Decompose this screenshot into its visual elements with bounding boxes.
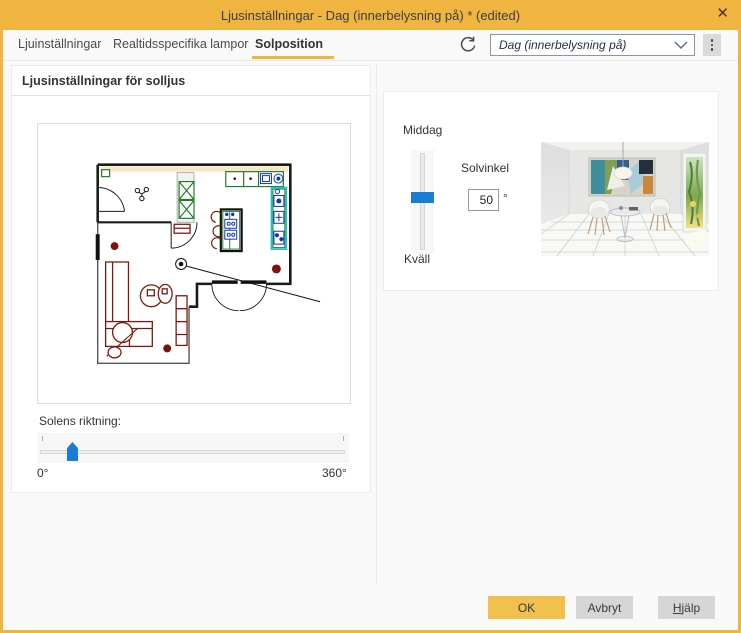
- floor-plan-box: [37, 123, 351, 404]
- kitchen-cabinets: [102, 170, 284, 223]
- panel-divider: [376, 65, 377, 586]
- active-tab-indicator: [252, 56, 334, 59]
- tab-ljusinstallningar[interactable]: Ljuinställningar: [18, 37, 101, 51]
- evening-label: Kväll: [404, 252, 430, 266]
- refresh-icon[interactable]: [458, 35, 478, 55]
- sofa-group: [106, 224, 190, 358]
- fan-symbol: [135, 187, 148, 200]
- sun-direction-slider[interactable]: [37, 433, 349, 463]
- sun-angle-panel: Middag Kväll Solvinkel °: [383, 91, 719, 291]
- sun-angle-unit: °: [503, 191, 508, 205]
- sun-direction-slider-track[interactable]: [40, 450, 345, 454]
- cancel-button[interactable]: Avbryt: [576, 596, 633, 619]
- chevron-down-icon: [674, 40, 688, 50]
- sun-direction-slider-handle[interactable]: [67, 442, 78, 461]
- sunlight-settings-panel: Ljusinställningar för solljus: [11, 65, 371, 493]
- tab-solposition[interactable]: Solposition: [255, 37, 323, 51]
- sun-angle-input[interactable]: [468, 189, 499, 211]
- sunlight-panel-heading: Ljusinställningar för solljus: [22, 74, 185, 88]
- kebab-dot: [711, 44, 714, 47]
- sun-angle-slider-handle[interactable]: [411, 192, 434, 203]
- scene-select[interactable]: Dag (innerbelysning på): [490, 34, 695, 56]
- slider-tick: [42, 436, 43, 441]
- kitchen-island: [211, 209, 241, 251]
- garden-door: [681, 153, 709, 248]
- tab-realtidsspecifika-lampor[interactable]: Realtidsspecifika lampor: [113, 37, 248, 51]
- slider-tick: [343, 436, 344, 441]
- kitchen-sink: [261, 174, 283, 184]
- help-button-label: jälp: [681, 601, 700, 615]
- sun-direction-max-label: 360°: [322, 466, 347, 480]
- sun-angle-slider[interactable]: [411, 150, 434, 254]
- sun-direction-label: Solens riktning:: [39, 414, 121, 428]
- noon-label: Middag: [403, 123, 442, 137]
- sun-angle-label: Solvinkel: [461, 161, 509, 175]
- dialog-title: Ljusinställningar - Dag (innerbelysning …: [221, 8, 520, 23]
- room-preview-image: [541, 142, 709, 256]
- help-button[interactable]: Hjälp: [658, 596, 715, 619]
- title-bar: Ljusinställningar - Dag (innerbelysning …: [0, 0, 741, 30]
- light-settings-dialog: Ljusinställningar - Dag (innerbelysning …: [0, 0, 741, 633]
- room-preview-box: [541, 142, 709, 256]
- close-icon[interactable]: ✕: [716, 4, 729, 24]
- scene-select-value: Dag (innerbelysning på): [499, 38, 674, 52]
- kebab-dot: [711, 39, 714, 42]
- heading-divider: [12, 95, 370, 96]
- tab-bar: Ljuinställningar Realtidsspecifika lampo…: [3, 30, 738, 61]
- kebab-dot: [711, 48, 714, 51]
- ok-button-label: OK: [518, 601, 535, 615]
- more-options-button[interactable]: [703, 34, 721, 56]
- ok-button[interactable]: OK: [488, 596, 565, 619]
- floor-plan-image: [38, 124, 350, 403]
- right-counter: [271, 188, 286, 250]
- cancel-button-label: Avbryt: [588, 601, 622, 615]
- sun-direction-min-label: 0°: [37, 466, 48, 480]
